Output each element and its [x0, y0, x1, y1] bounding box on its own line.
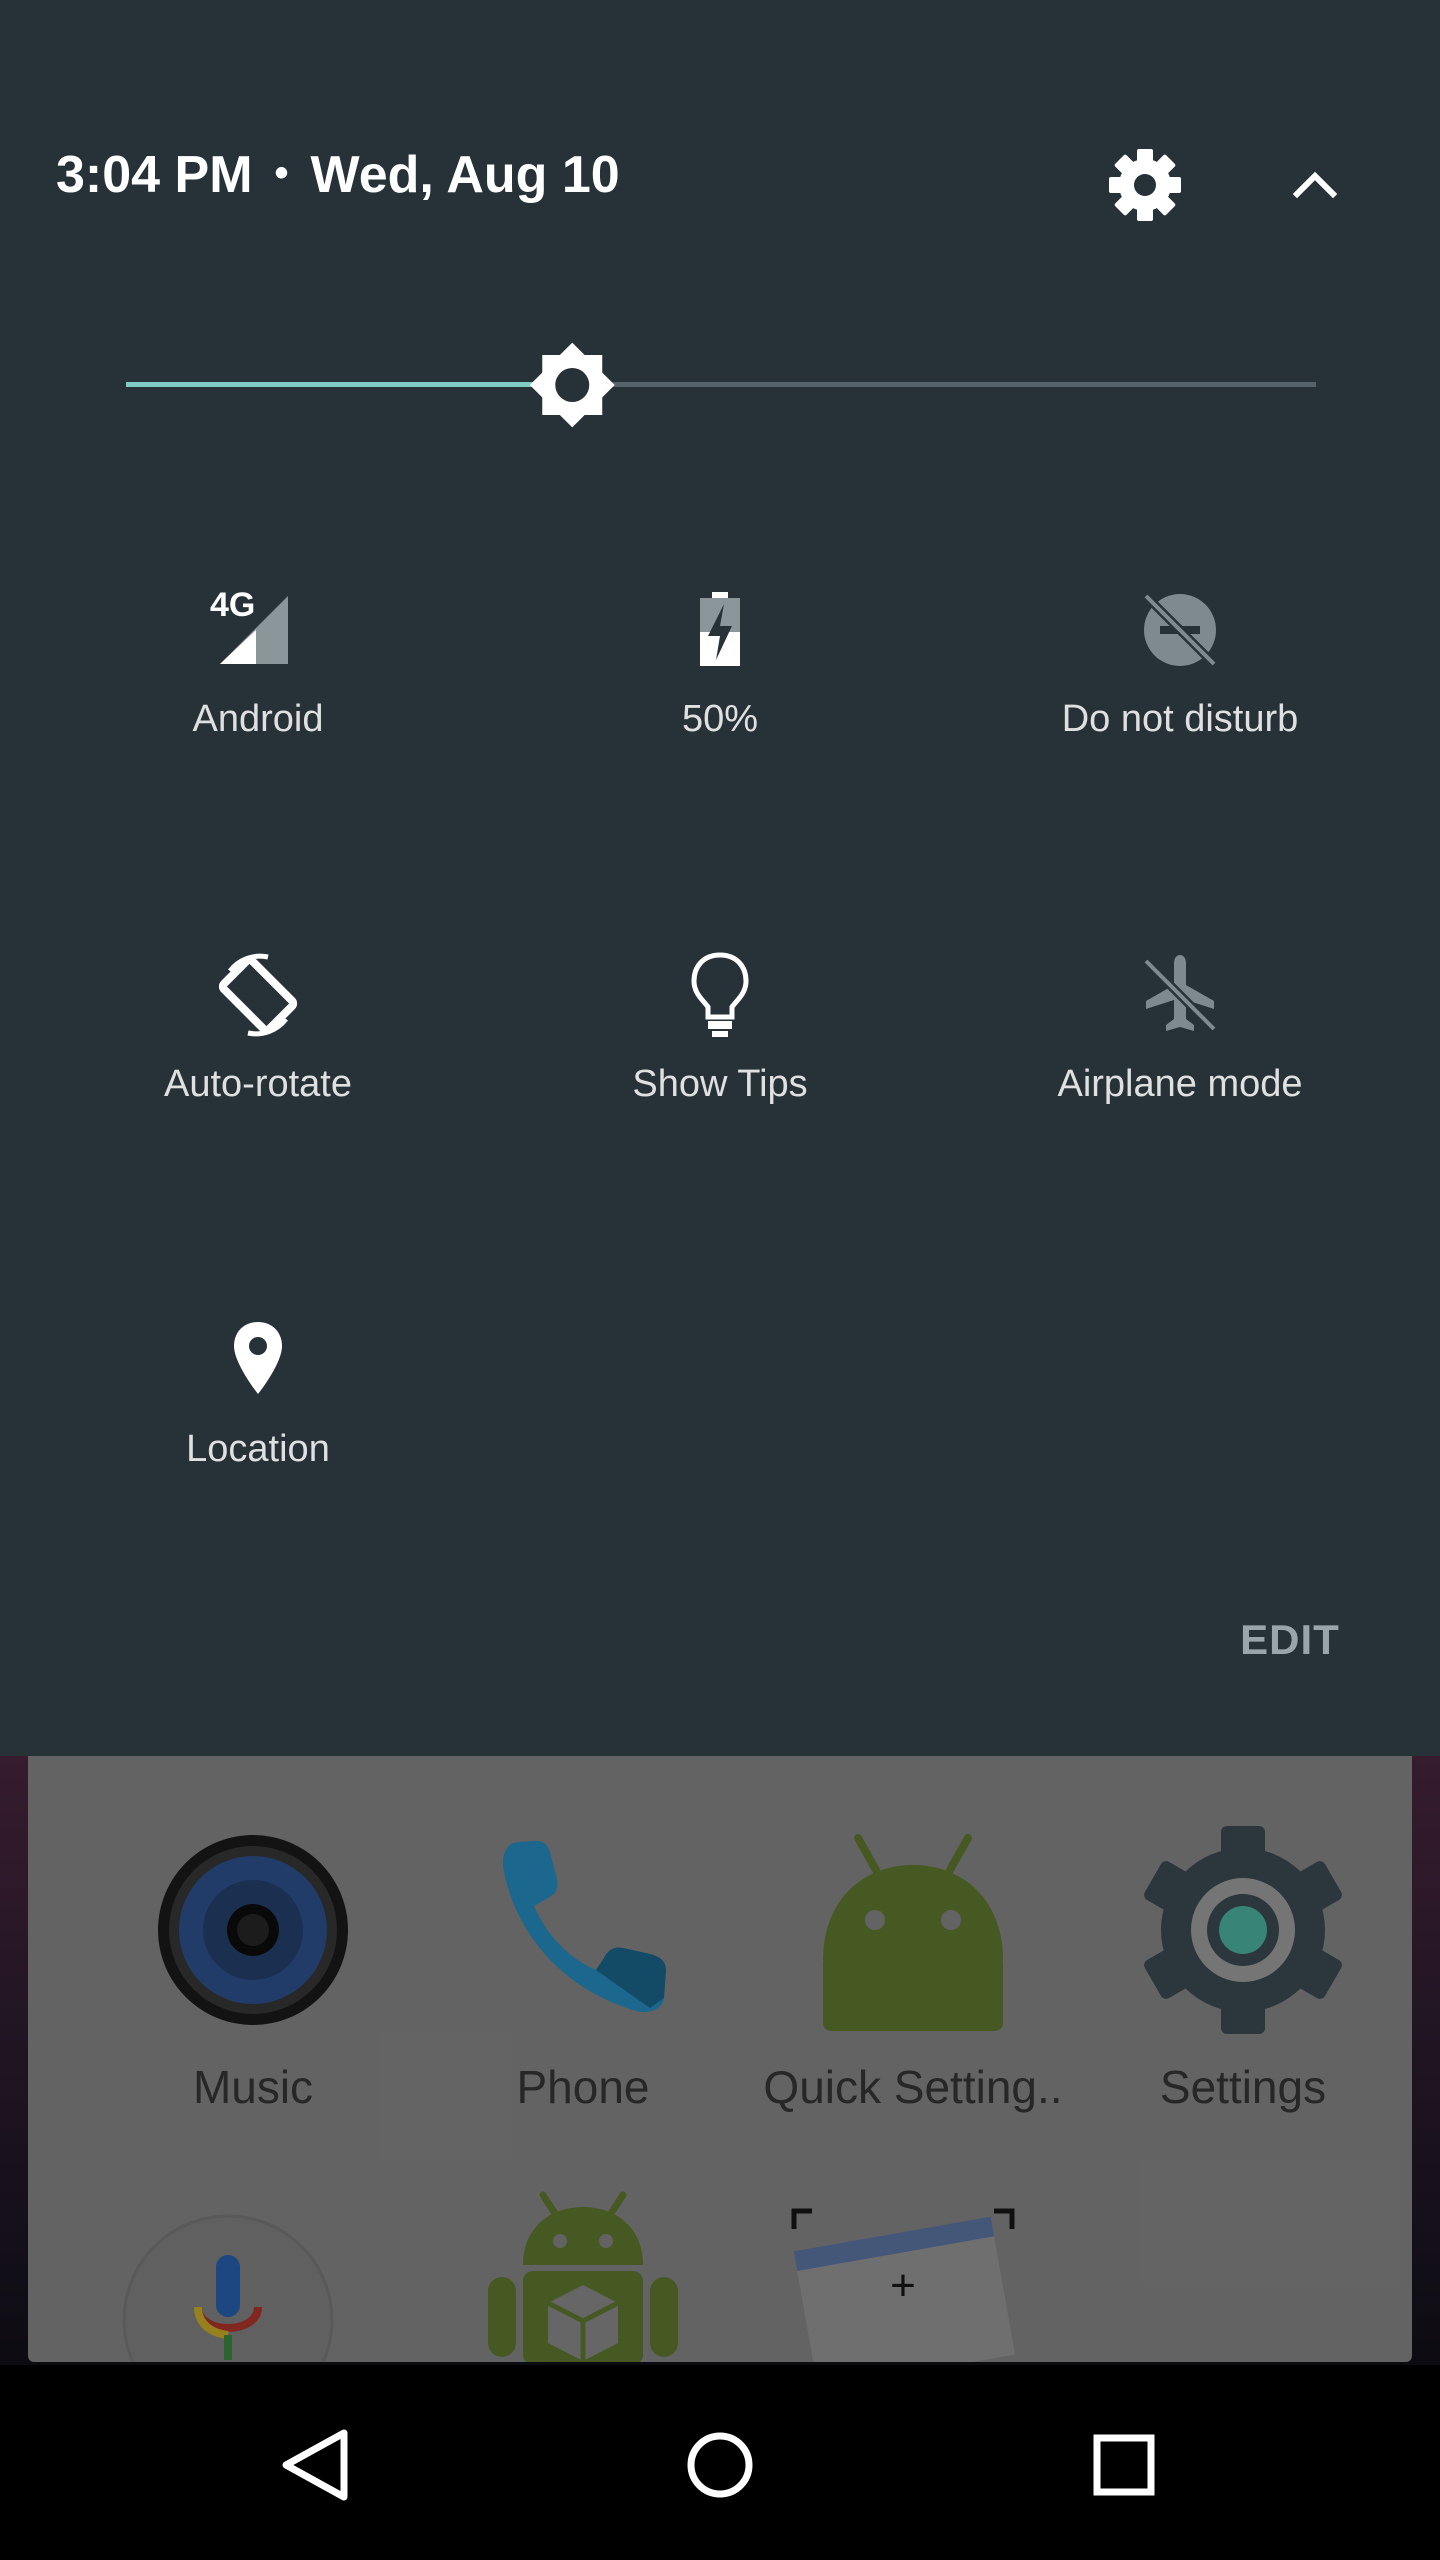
quick-settings-panel: 3:04 PM • Wed, Aug 10 4G Android 50% Do … — [0, 0, 1440, 1756]
tile-location-label: Location — [186, 1428, 330, 1470]
home-circle-icon — [687, 2432, 753, 2498]
settings-button[interactable] — [1100, 140, 1190, 230]
location-pin-icon — [234, 1322, 282, 1394]
date-text[interactable]: Wed, Aug 10 — [311, 146, 620, 204]
battery-charging-icon — [700, 592, 740, 666]
header-separator: • — [274, 151, 289, 195]
gear-icon — [1109, 149, 1181, 221]
tile-battery-label: 50% — [681, 698, 759, 740]
lightbulb-icon — [691, 952, 749, 1037]
home-dim-overlay — [0, 1755, 1440, 2365]
collapse-button[interactable] — [1270, 140, 1360, 230]
tile-show-tips[interactable]: Show Tips — [490, 945, 950, 1175]
status-header: 3:04 PM • Wed, Aug 10 — [56, 145, 620, 205]
network-type: 4G — [210, 586, 255, 624]
screen-rotation-icon — [218, 953, 298, 1037]
home-button[interactable] — [660, 2405, 780, 2525]
brightness-fill — [126, 382, 573, 387]
chevron-up-icon — [1292, 171, 1338, 199]
tile-auto-rotate-label: Auto-rotate — [164, 1063, 352, 1105]
back-button[interactable] — [256, 2405, 376, 2525]
recents-button[interactable] — [1064, 2405, 1184, 2525]
brightness-thumb[interactable] — [529, 342, 615, 428]
tile-cellular-label: Android — [192, 698, 324, 740]
brightness-slider[interactable] — [126, 340, 1316, 430]
tile-cellular[interactable]: 4G Android — [28, 580, 488, 810]
tile-do-not-disturb[interactable]: Do not disturb — [950, 580, 1410, 810]
tile-battery[interactable]: 50% — [490, 580, 950, 810]
cellular-4g-signal-icon: 4G — [210, 586, 288, 664]
tile-airplane-mode-label: Airplane mode — [1057, 1063, 1303, 1105]
edit-button[interactable]: EDIT — [1200, 1605, 1380, 1675]
tile-airplane-mode[interactable]: Airplane mode — [950, 945, 1410, 1175]
back-triangle-icon — [282, 2429, 348, 2501]
tile-do-not-disturb-label: Do not disturb — [1061, 698, 1299, 740]
do-not-disturb-off-icon — [1144, 594, 1218, 668]
tile-show-tips-label: Show Tips — [632, 1063, 808, 1105]
recents-square-icon — [1093, 2434, 1155, 2496]
navigation-bar — [0, 2365, 1440, 2560]
clock-time[interactable]: 3:04 PM — [56, 146, 253, 204]
tile-location[interactable]: Location — [28, 1310, 488, 1540]
airplane-off-icon — [1144, 955, 1218, 1033]
tile-auto-rotate[interactable]: Auto-rotate — [28, 945, 488, 1175]
